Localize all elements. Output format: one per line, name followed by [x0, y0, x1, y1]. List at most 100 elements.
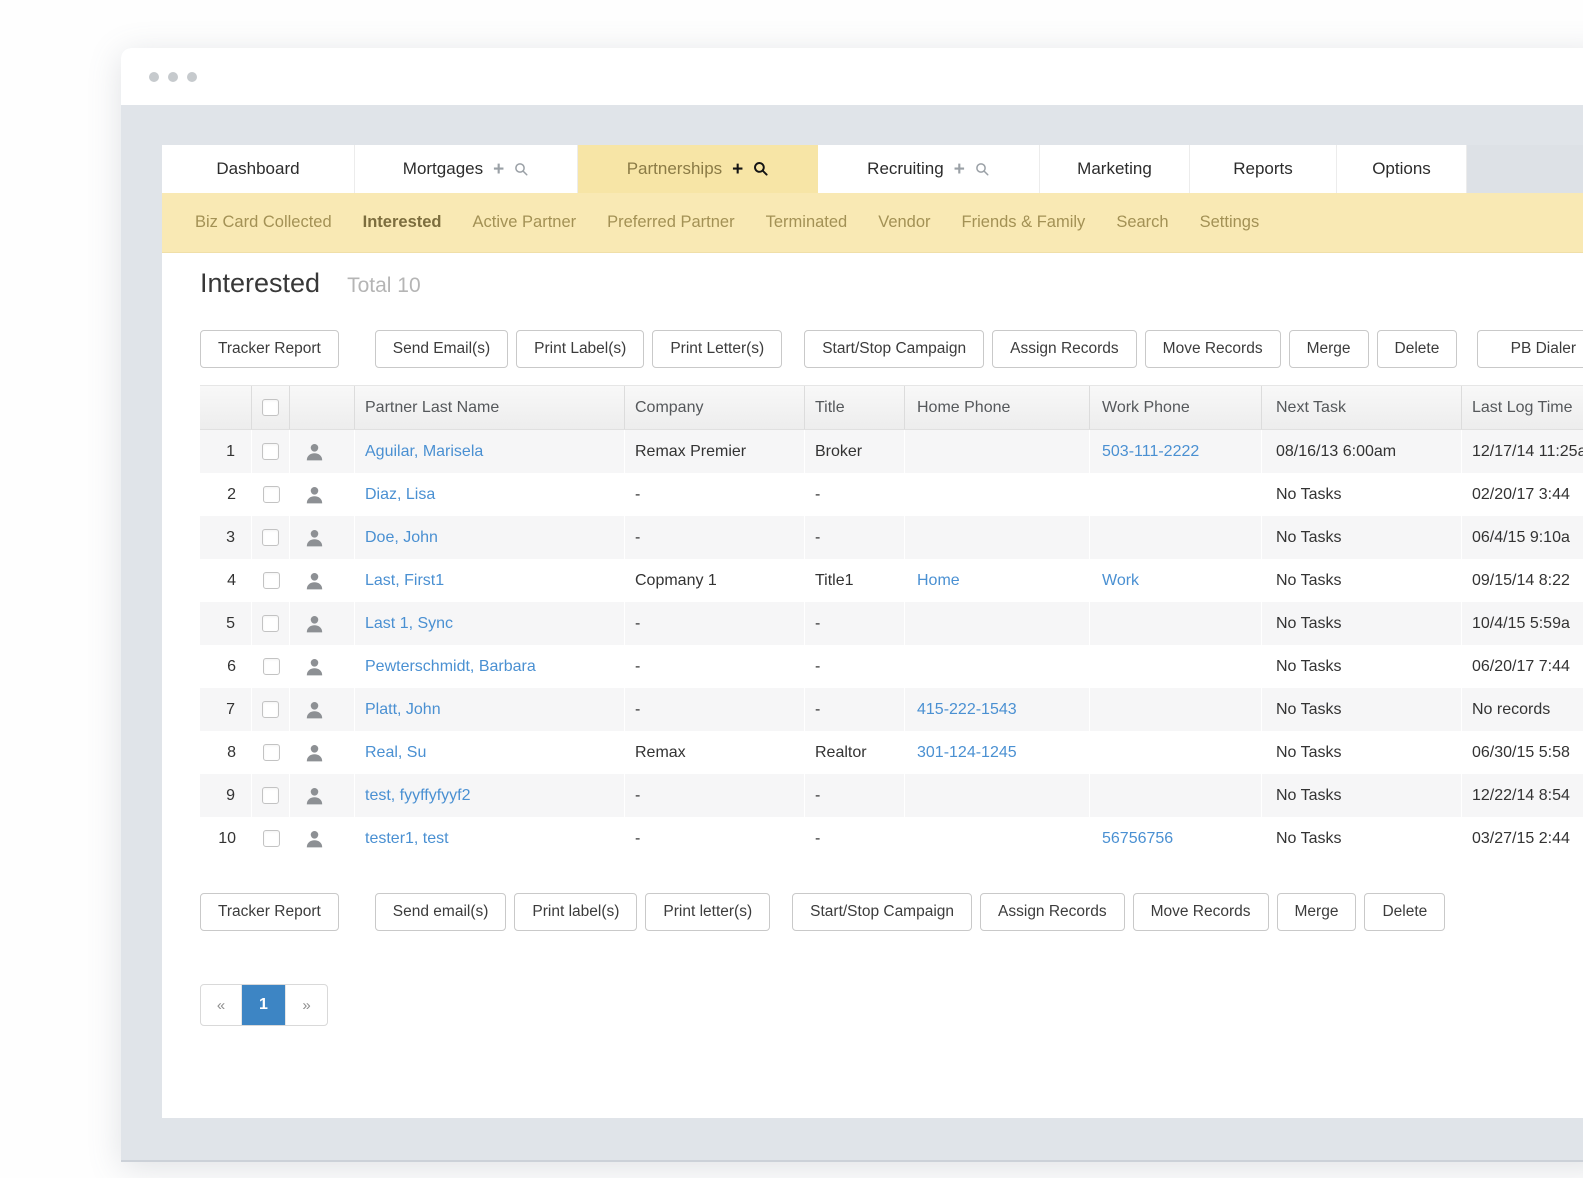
total-count: Total 10 [347, 274, 421, 298]
assign-records-button[interactable]: Assign Records [980, 893, 1125, 931]
tab-reports[interactable]: Reports [1190, 145, 1337, 193]
send-emails-button[interactable]: Send Email(s) [375, 330, 508, 368]
print-letters-button[interactable]: Print letter(s) [645, 893, 770, 931]
partner-name-link[interactable]: Real, Su [365, 744, 426, 762]
table-row: 1 Aguilar, Marisela Remax Premier Broker… [200, 430, 1583, 473]
start-stop-campaign-button[interactable]: Start/Stop Campaign [804, 330, 984, 368]
row-checkbox[interactable] [262, 615, 279, 632]
merge-button[interactable]: Merge [1289, 330, 1369, 368]
partner-name-link[interactable]: test, fyyffyfyyf2 [365, 787, 471, 805]
table-row: 6 Pewterschmidt, Barbara - - No Tasks 06… [200, 645, 1583, 688]
pagination-page-1[interactable]: 1 [242, 985, 286, 1025]
column-header-home-phone[interactable]: Home Phone [905, 386, 1090, 429]
pb-dialer-button[interactable]: PB Dialer [1477, 330, 1583, 368]
row-checkbox[interactable] [262, 443, 279, 460]
title-cell: - [805, 688, 905, 731]
plus-icon[interactable]: + [493, 160, 504, 179]
column-header-title[interactable]: Title [805, 386, 905, 429]
row-checkbox[interactable] [263, 744, 280, 761]
delete-button[interactable]: Delete [1364, 893, 1445, 931]
table-row: 7 Platt, John - - 415-222-1543 No Tasks … [200, 688, 1583, 731]
last-log-cell: 02/20/17 3:44 [1462, 473, 1583, 516]
window-control-dot[interactable] [149, 72, 159, 82]
partner-name-link[interactable]: Pewterschmidt, Barbara [365, 658, 536, 676]
tracker-report-button[interactable]: Tracker Report [200, 893, 339, 931]
subnav-item-biz-card-collected[interactable]: Biz Card Collected [195, 213, 332, 232]
move-records-button[interactable]: Move Records [1145, 330, 1281, 368]
tab-marketing[interactable]: Marketing [1040, 145, 1190, 193]
tab-label: Marketing [1077, 159, 1152, 179]
row-checkbox[interactable] [263, 658, 280, 675]
row-checkbox[interactable] [262, 787, 279, 804]
partner-name-link[interactable]: Last, First1 [365, 572, 444, 590]
title-cell: Broker [805, 430, 905, 473]
avatar-icon [304, 656, 325, 678]
tab-options[interactable]: Options [1337, 145, 1467, 193]
pagination-next[interactable]: » [286, 985, 327, 1025]
print-labels-button[interactable]: Print label(s) [514, 893, 637, 931]
tab-dashboard[interactable]: Dashboard [162, 145, 355, 193]
print-labels-button[interactable]: Print Label(s) [516, 330, 644, 368]
tab-recruiting[interactable]: Recruiting + [818, 145, 1040, 193]
merge-button[interactable]: Merge [1277, 893, 1357, 931]
window-control-dot[interactable] [187, 72, 197, 82]
row-checkbox[interactable] [263, 486, 280, 503]
search-icon[interactable] [975, 162, 990, 177]
print-letters-button[interactable]: Print Letter(s) [652, 330, 782, 368]
pagination-prev[interactable]: « [201, 985, 242, 1025]
home-phone-link[interactable]: Home [917, 572, 960, 590]
column-header-last-log-time[interactable]: Last Log Time [1462, 386, 1583, 429]
move-records-button[interactable]: Move Records [1133, 893, 1269, 931]
table-header: Partner Last Name Company Title Home Pho… [200, 385, 1583, 430]
toolbar-bottom: Tracker Report Send email(s) Print label… [200, 893, 1453, 931]
subnav-item-terminated[interactable]: Terminated [766, 213, 848, 232]
tab-partnerships[interactable]: Partnerships + [578, 145, 818, 193]
select-all-checkbox[interactable] [262, 399, 279, 416]
window-control-dot[interactable] [168, 72, 178, 82]
partner-name-link[interactable]: Platt, John [365, 701, 441, 719]
work-phone-link[interactable]: 503-111-2222 [1102, 443, 1199, 461]
column-header-work-phone[interactable]: Work Phone [1090, 386, 1262, 429]
partner-name-link[interactable]: Doe, John [365, 529, 438, 547]
delete-button[interactable]: Delete [1377, 330, 1458, 368]
home-phone-link[interactable]: 415-222-1543 [917, 701, 1017, 719]
row-checkbox[interactable] [262, 529, 279, 546]
plus-icon[interactable]: + [732, 160, 743, 179]
next-task-cell: No Tasks [1262, 774, 1462, 817]
work-phone-link[interactable]: 56756756 [1102, 830, 1173, 848]
work-phone-link[interactable]: Work [1102, 572, 1139, 590]
next-task-cell: No Tasks [1262, 602, 1462, 645]
plus-icon[interactable]: + [954, 160, 965, 179]
home-phone-cell [905, 645, 1090, 688]
table-row: 4 Last, First1 Copmany 1 Title1 Home Wor… [200, 559, 1583, 602]
subnav-item-friends-family[interactable]: Friends & Family [962, 213, 1086, 232]
column-header-partner-last-name[interactable]: Partner Last Name [355, 386, 625, 429]
subnav-item-preferred-partner[interactable]: Preferred Partner [607, 213, 734, 232]
subnav-item-interested[interactable]: Interested [363, 213, 442, 232]
table-row: 3 Doe, John - - No Tasks 06/4/15 9:10a [200, 516, 1583, 559]
tab-mortgages[interactable]: Mortgages + [355, 145, 578, 193]
tracker-report-button[interactable]: Tracker Report [200, 330, 339, 368]
partner-name-link[interactable]: Last 1, Sync [365, 615, 453, 633]
search-icon[interactable] [514, 162, 529, 177]
column-header-next-task[interactable]: Next Task [1262, 386, 1462, 429]
partner-name-link[interactable]: Diaz, Lisa [365, 486, 435, 504]
start-stop-campaign-button[interactable]: Start/Stop Campaign [792, 893, 972, 931]
send-emails-button[interactable]: Send email(s) [375, 893, 507, 931]
partner-name-link[interactable]: Aguilar, Marisela [365, 443, 483, 461]
row-checkbox[interactable] [262, 701, 279, 718]
search-icon[interactable] [753, 161, 769, 177]
column-header-company[interactable]: Company [625, 386, 805, 429]
assign-records-button[interactable]: Assign Records [992, 330, 1137, 368]
subnav-item-settings[interactable]: Settings [1200, 213, 1260, 232]
row-checkbox[interactable] [263, 830, 280, 847]
subnav-item-search[interactable]: Search [1116, 213, 1168, 232]
home-phone-link[interactable]: 301-124-1245 [917, 744, 1017, 762]
avatar-icon [304, 570, 325, 592]
subnav-item-vendor[interactable]: Vendor [878, 213, 930, 232]
main-tabbar: Dashboard Mortgages + Partnerships + Rec… [162, 145, 1583, 193]
subnav-item-active-partner[interactable]: Active Partner [473, 213, 577, 232]
company-cell: - [625, 817, 805, 860]
row-checkbox[interactable] [263, 572, 280, 589]
partner-name-link[interactable]: tester1, test [365, 830, 449, 848]
